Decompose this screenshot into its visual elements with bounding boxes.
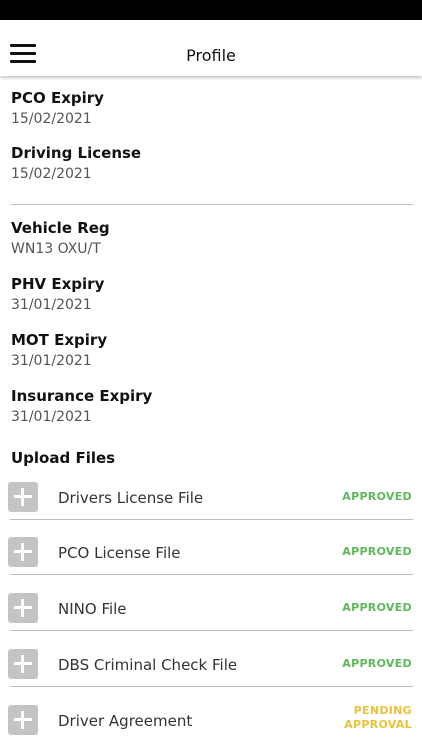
status-line: PENDING xyxy=(353,704,412,717)
field-label: Vehicle Reg xyxy=(11,219,110,237)
field-mot-expiry: MOT Expiry 31/01/2021 xyxy=(11,330,107,371)
status-badge: PENDING APPROVAL xyxy=(344,704,412,732)
status-bar xyxy=(0,0,422,20)
add-file-icon[interactable] xyxy=(8,593,38,623)
status-badge: APPROVED xyxy=(342,490,412,503)
row-divider xyxy=(10,519,413,520)
row-divider xyxy=(10,630,413,631)
upload-row-dbs-criminal-check[interactable]: DBS Criminal Check File APPROVED xyxy=(8,645,413,687)
file-name: NINO File xyxy=(58,600,127,618)
field-driving-license: Driving License 15/02/2021 xyxy=(11,143,141,184)
upload-row-pco-license[interactable]: PCO License File APPROVED xyxy=(8,533,413,575)
add-file-icon[interactable] xyxy=(8,705,38,735)
field-label: MOT Expiry xyxy=(11,331,108,349)
field-value: 31/01/2021 xyxy=(11,297,92,313)
file-name: Driver Agreement xyxy=(58,712,193,730)
row-divider xyxy=(10,574,413,575)
upload-files-title: Upload Files xyxy=(11,449,116,467)
status-badge: APPROVED xyxy=(342,601,412,614)
status-badge: APPROVED xyxy=(342,657,412,670)
field-value: WN13 OXU/T xyxy=(11,241,101,257)
upload-row-nino[interactable]: NINO File APPROVED xyxy=(8,589,413,631)
upload-row-driver-agreement[interactable]: Driver Agreement PENDING APPROVAL xyxy=(8,701,413,737)
field-phv-expiry: PHV Expiry 31/01/2021 xyxy=(11,274,104,315)
add-file-icon[interactable] xyxy=(8,649,38,679)
profile-content[interactable]: PCO Expiry 15/02/2021 Driving License 15… xyxy=(0,76,422,750)
field-vehicle-reg: Vehicle Reg WN13 OXU/T xyxy=(11,218,110,259)
file-name: Drivers License File xyxy=(58,489,204,507)
field-value: 31/01/2021 xyxy=(11,353,92,369)
field-value: 15/02/2021 xyxy=(11,111,92,127)
section-divider xyxy=(11,204,413,205)
file-name: DBS Criminal Check File xyxy=(58,656,238,674)
field-label: Driving License xyxy=(11,144,142,162)
field-label: Insurance Expiry xyxy=(11,387,153,405)
field-label: PCO Expiry xyxy=(11,89,104,107)
page-title: Profile xyxy=(186,46,236,65)
row-divider xyxy=(10,686,413,687)
field-label: PHV Expiry xyxy=(11,275,105,293)
field-insurance-expiry: Insurance Expiry 31/01/2021 xyxy=(11,386,152,427)
add-file-icon[interactable] xyxy=(8,482,38,512)
app-header: Profile xyxy=(0,20,422,76)
field-pco-expiry: PCO Expiry 15/02/2021 xyxy=(11,88,104,129)
field-value: 31/01/2021 xyxy=(11,409,92,425)
status-line: APPROVAL xyxy=(344,718,412,731)
field-value: 15/02/2021 xyxy=(11,166,92,182)
status-badge: APPROVED xyxy=(342,545,412,558)
add-file-icon[interactable] xyxy=(8,537,38,567)
file-name: PCO License File xyxy=(58,544,181,562)
upload-row-drivers-license[interactable]: Drivers License File APPROVED xyxy=(8,478,413,520)
